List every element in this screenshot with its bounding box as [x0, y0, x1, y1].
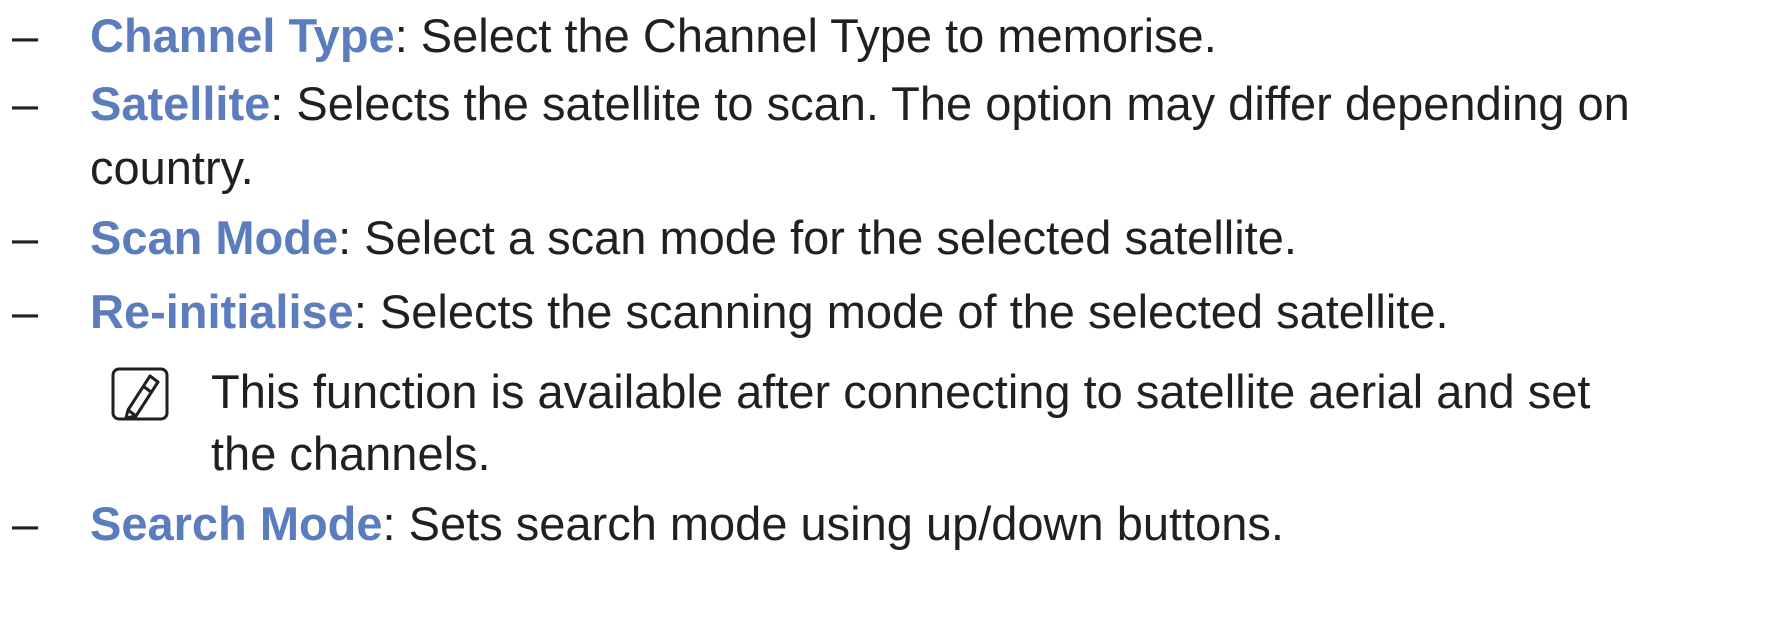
note-icon: [111, 367, 169, 421]
note-line-continued: the channels.: [211, 427, 491, 480]
list-item-text: Scan Mode: Select a scan mode for the se…: [90, 202, 1792, 274]
description-scan-mode: : Select a scan mode for the selected sa…: [338, 211, 1297, 264]
list-dash: –: [12, 9, 39, 62]
description-search-mode: : Sets search mode using up/down buttons…: [382, 497, 1284, 550]
term-scan-mode: Scan Mode: [90, 211, 339, 264]
list-item-text: Re-initialise: Selects the scanning mode…: [90, 276, 1792, 348]
list-item-text: Channel Type: Select the Channel Type to…: [90, 0, 1792, 72]
list-dash: –: [12, 497, 39, 550]
description-satellite-continued: country.: [90, 141, 254, 194]
term-search-mode: Search Mode: [90, 497, 383, 550]
description-re-initialise: : Selects the scanning mode of the selec…: [353, 285, 1449, 338]
note-text: This function is available after connect…: [211, 356, 1791, 490]
description-line: Satellite: Selects the satellite to scan…: [90, 68, 1792, 140]
term-channel-type: Channel Type: [90, 9, 395, 62]
list-item-text: Satellite: Selects the satellite to scan…: [90, 68, 1792, 204]
list-dash: –: [12, 211, 39, 264]
document-page: – Channel Type: Select the Channel Type …: [0, 0, 1792, 625]
description-satellite: : Selects the satellite to scan. The opt…: [270, 77, 1630, 130]
list-dash: –: [12, 285, 39, 338]
term-satellite: Satellite: [90, 77, 271, 130]
description-channel-type: : Select the Channel Type to memorise.: [394, 9, 1217, 62]
term-re-initialise: Re-initialise: [90, 285, 354, 338]
list-item-text: Search Mode: Sets search mode using up/d…: [90, 488, 1792, 560]
list-dash: –: [12, 77, 39, 130]
